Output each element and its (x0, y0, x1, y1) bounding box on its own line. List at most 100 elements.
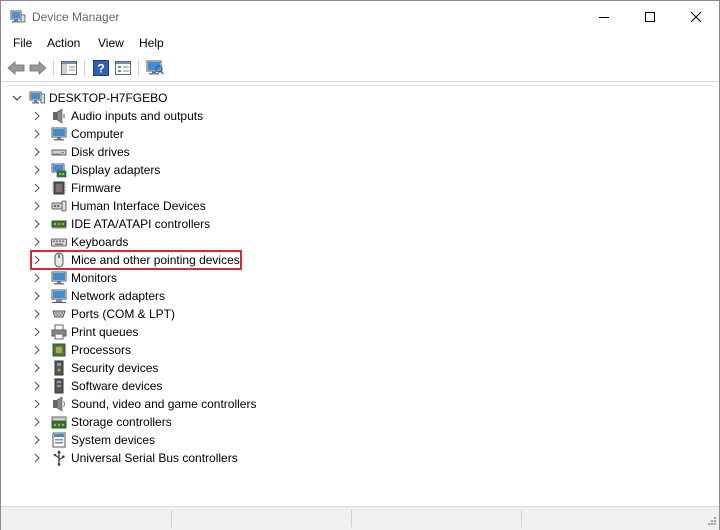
keyboard-icon (51, 234, 67, 250)
tree-item-label: Disk drives (71, 145, 130, 159)
tree-item-label: Display adapters (71, 163, 161, 177)
tree-item-label: Storage controllers (71, 415, 172, 429)
tree-item-display-adapters[interactable]: Display adapters (31, 161, 160, 179)
toolbar: ? (1, 56, 719, 80)
monitor-icon (51, 270, 67, 286)
back-arrow-icon (7, 61, 25, 75)
processor-icon (51, 342, 67, 358)
tree-item-label: Ports (COM & LPT) (71, 307, 176, 321)
tree-item-label: Software devices (71, 379, 163, 393)
chevron-right-icon[interactable] (31, 107, 43, 125)
chevron-right-icon[interactable] (31, 197, 43, 215)
device-manager-app-icon (10, 10, 26, 24)
chevron-right-icon[interactable] (31, 305, 43, 323)
software-device-icon (51, 378, 67, 394)
chevron-right-icon[interactable] (31, 359, 43, 377)
help-button[interactable]: ? (91, 58, 111, 78)
tree-item-network-adapters[interactable]: Network adapters (31, 287, 165, 305)
chevron-right-icon[interactable] (31, 125, 43, 143)
tree-item-label: Firmware (71, 181, 121, 195)
tree-item-storage-controllers[interactable]: Storage controllers (31, 413, 172, 431)
properties-button[interactable] (113, 58, 133, 78)
status-bar (1, 506, 719, 530)
tree-item-label: Monitors (71, 271, 118, 285)
forward-button[interactable] (28, 58, 48, 78)
tree-item-computer[interactable]: Computer (31, 125, 124, 143)
chevron-right-icon[interactable] (31, 395, 43, 413)
tree-item-firmware[interactable]: Firmware (31, 179, 121, 197)
storage-controller-icon (51, 414, 67, 430)
tree-item-ports-com-lpt[interactable]: Ports (COM & LPT) (31, 305, 175, 323)
chevron-right-icon[interactable] (31, 449, 43, 467)
title-bar[interactable]: Device Manager (1, 1, 719, 33)
disk-drive-icon (51, 144, 67, 160)
tree-item-software-devices[interactable]: Software devices (31, 377, 162, 395)
chevron-right-icon[interactable] (31, 161, 43, 179)
menu-view[interactable]: View (96, 36, 126, 50)
tree-item-human-interface-devices[interactable]: Human Interface Devices (31, 197, 206, 215)
tree-item-keyboards[interactable]: Keyboards (31, 233, 128, 251)
tree-item-label: System devices (71, 433, 156, 447)
minimize-button[interactable] (581, 1, 627, 33)
help-icon: ? (93, 60, 109, 76)
chevron-right-icon[interactable] (31, 413, 43, 431)
close-icon (691, 12, 701, 22)
status-segment (171, 510, 352, 527)
tree-item-label: Keyboards (71, 235, 129, 249)
tree-item-label: Security devices (71, 361, 159, 375)
tree-item-disk-drives[interactable]: Disk drives (31, 143, 130, 161)
scan-hardware-changes-icon (146, 60, 164, 75)
ide-controller-icon (51, 216, 67, 232)
close-button[interactable] (673, 1, 719, 33)
menu-help[interactable]: Help (137, 36, 166, 50)
tree-root[interactable]: DESKTOP-H7FGEBO (11, 89, 167, 107)
maximize-icon (645, 12, 655, 22)
chevron-right-icon[interactable] (31, 143, 43, 161)
show-hide-console-tree-button[interactable] (59, 58, 79, 78)
usb-icon (51, 450, 67, 466)
chevron-right-icon[interactable] (31, 287, 43, 305)
chevron-right-icon[interactable] (31, 341, 43, 359)
toolbar-divider (1, 81, 719, 82)
security-device-icon (51, 360, 67, 376)
tree-item-print-queues[interactable]: Print queues (31, 323, 138, 341)
tree-item-label: Universal Serial Bus controllers (71, 451, 238, 465)
system-devices-icon (51, 432, 67, 448)
forward-arrow-icon (29, 61, 47, 75)
tree-item-ide-ata-atapi-controllers[interactable]: IDE ATA/ATAPI controllers (31, 215, 210, 233)
tree-item-security-devices[interactable]: Security devices (31, 359, 158, 377)
computer-icon (51, 126, 67, 142)
display-adapter-icon (51, 162, 67, 178)
firmware-chip-icon (51, 180, 67, 196)
device-tree[interactable]: DESKTOP-H7FGEBO Audio inputs and outputs… (5, 85, 715, 506)
chevron-right-icon[interactable] (31, 323, 43, 341)
tree-item-label: Human Interface Devices (71, 199, 206, 213)
tree-item-monitors[interactable]: Monitors (31, 269, 117, 287)
tree-item-label: Computer (71, 127, 124, 141)
scan-hardware-changes-button[interactable] (145, 58, 165, 78)
chevron-right-icon[interactable] (31, 179, 43, 197)
back-button[interactable] (6, 58, 26, 78)
svg-text:?: ? (97, 62, 104, 76)
tree-item-processors[interactable]: Processors (31, 341, 131, 359)
tree-item-sound-video-and-game-controllers[interactable]: Sound, video and game controllers (31, 395, 256, 413)
chevron-right-icon[interactable] (31, 233, 43, 251)
chevron-down-icon[interactable] (11, 89, 23, 107)
tree-item-label: Audio inputs and outputs (71, 109, 204, 123)
chevron-right-icon[interactable] (31, 269, 43, 287)
chevron-right-icon[interactable] (31, 377, 43, 395)
menu-action[interactable]: Action (45, 36, 82, 50)
maximize-button[interactable] (627, 1, 673, 33)
chevron-right-icon[interactable] (31, 215, 43, 233)
network-adapter-icon (51, 288, 67, 304)
resize-grip-icon[interactable] (705, 516, 717, 528)
chevron-right-icon[interactable] (31, 431, 43, 449)
tree-item-label: Network adapters (71, 289, 166, 303)
tree-root-label: DESKTOP-H7FGEBO (49, 91, 168, 105)
tree-item-audio-inputs-and-outputs[interactable]: Audio inputs and outputs (31, 107, 203, 125)
toolbar-separator (84, 60, 85, 76)
tree-item-system-devices[interactable]: System devices (31, 431, 155, 449)
tree-item-label: Processors (71, 343, 132, 357)
menu-file[interactable]: File (11, 36, 34, 50)
tree-item-universal-serial-bus-controllers[interactable]: Universal Serial Bus controllers (31, 449, 238, 467)
